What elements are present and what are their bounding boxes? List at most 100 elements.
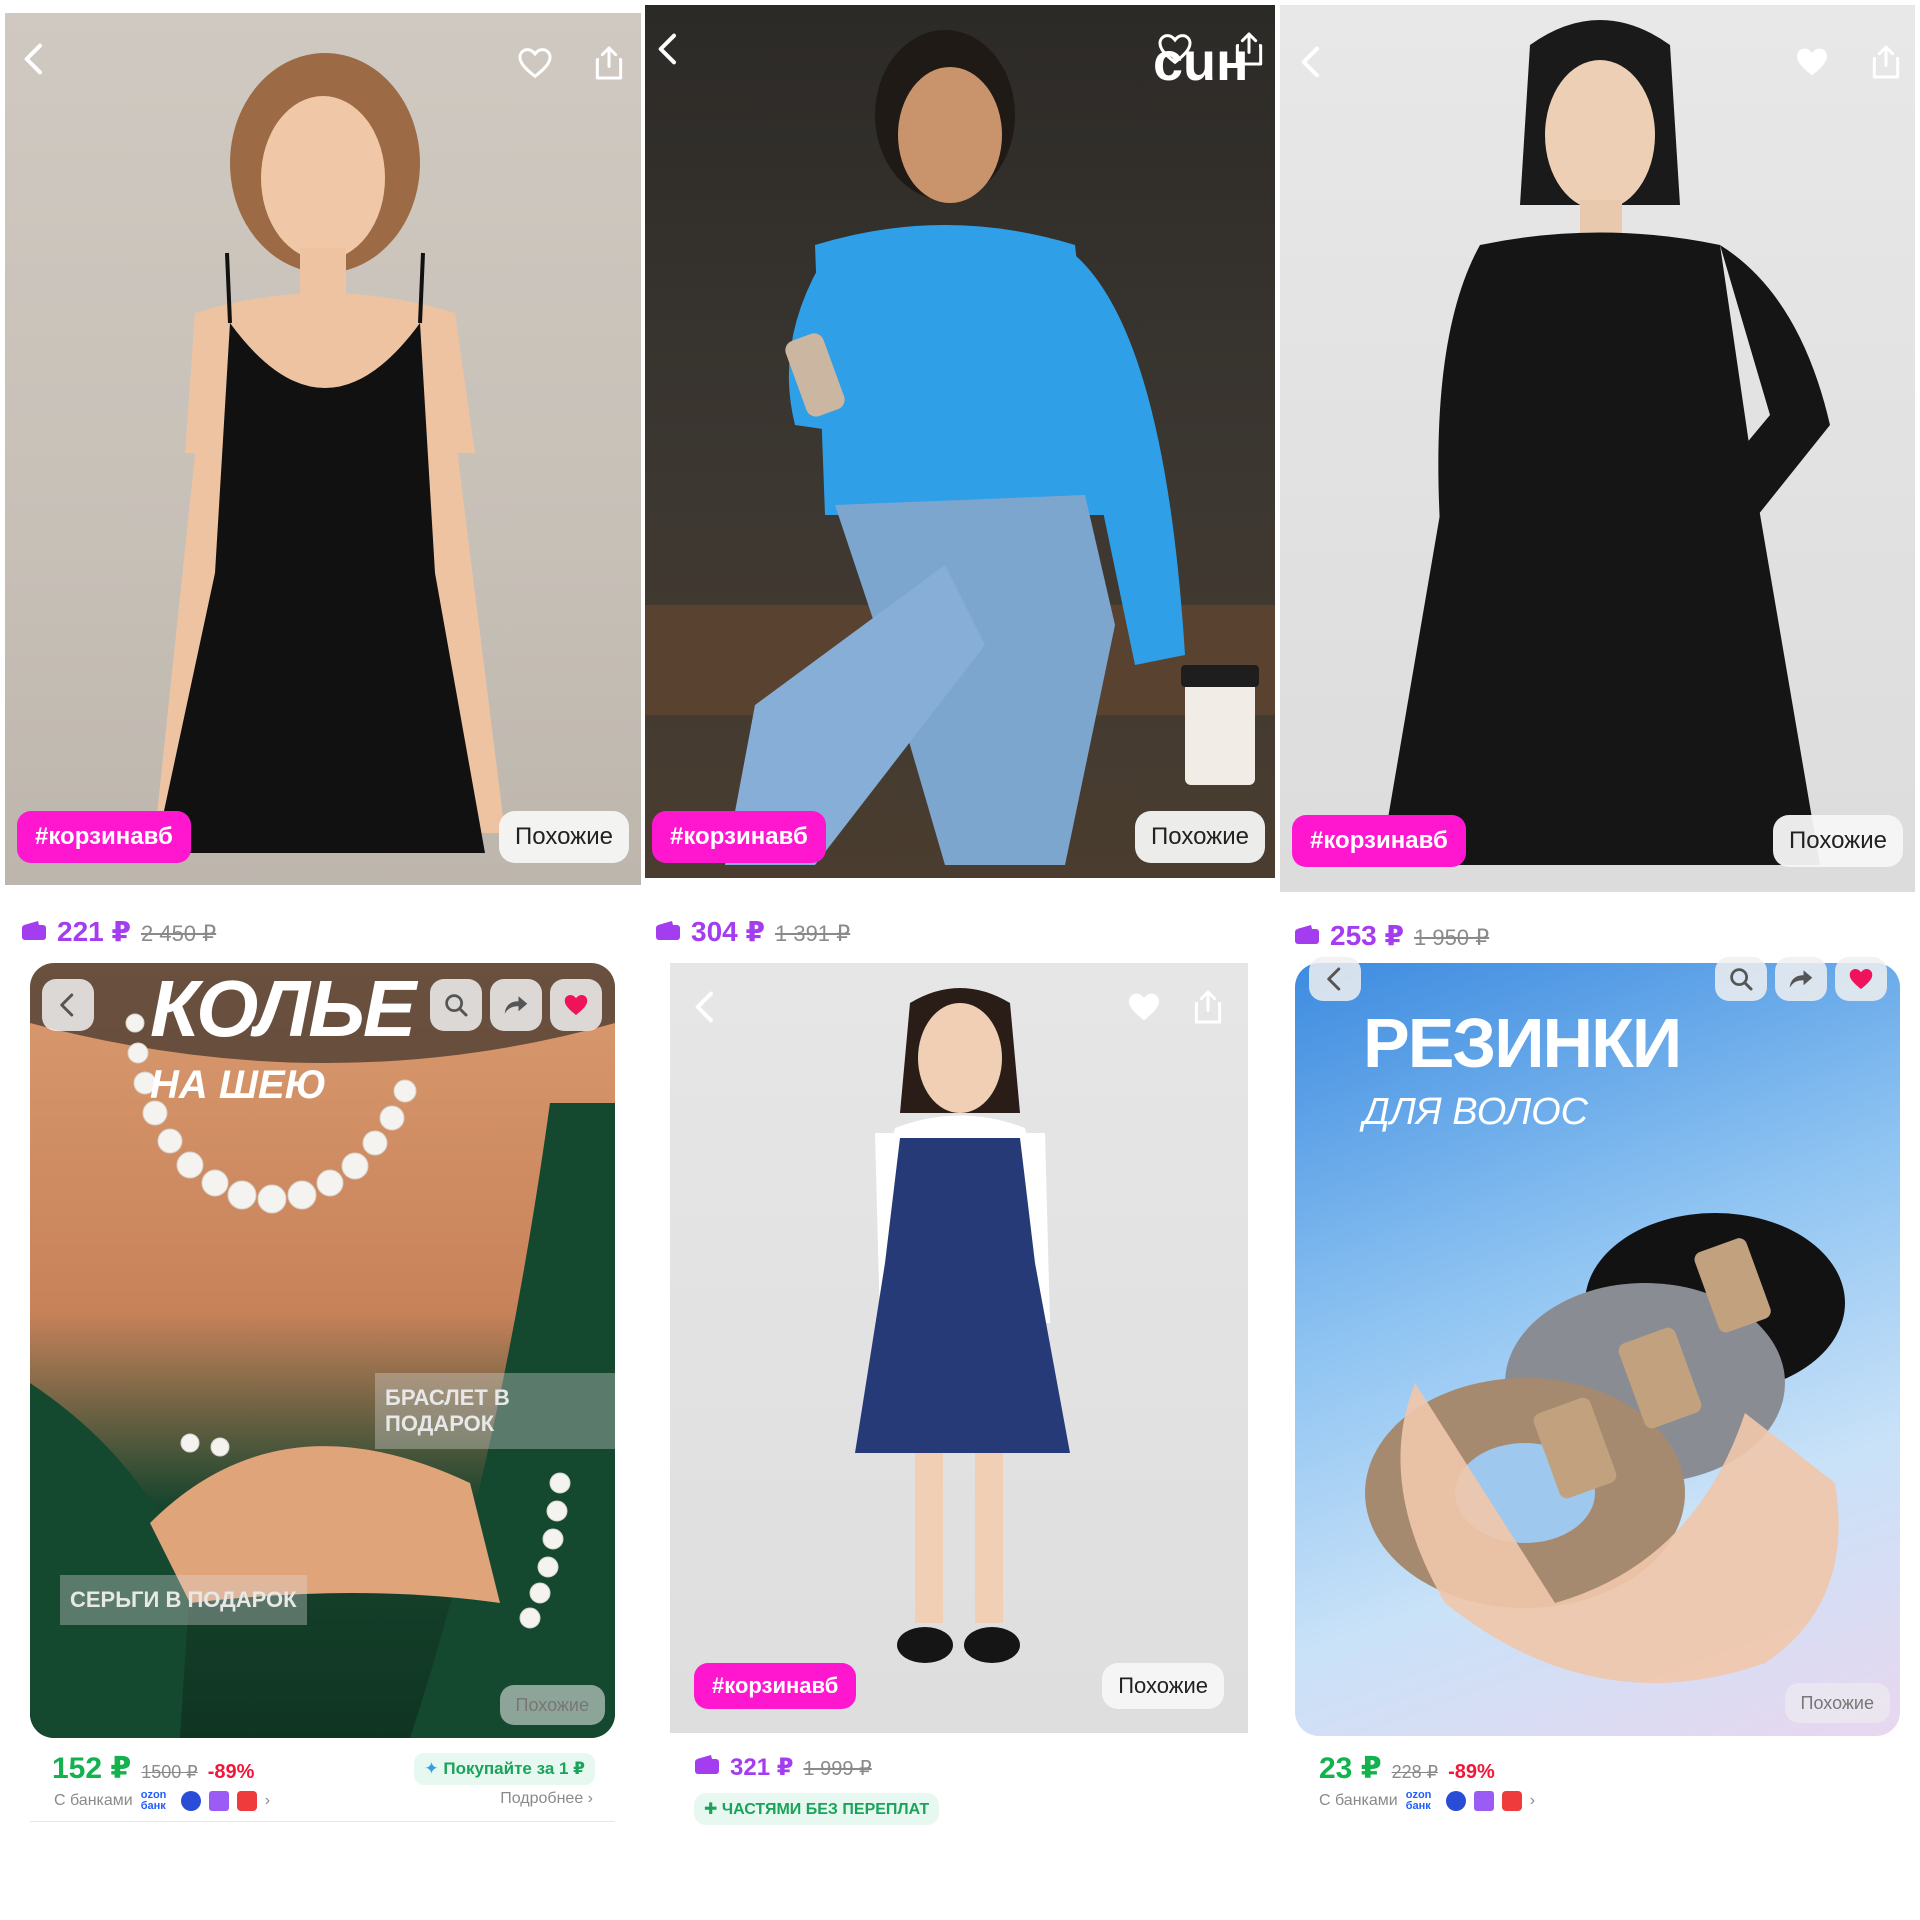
- product-photo[interactable]: [5, 13, 641, 885]
- current-price: 152 ₽: [52, 1752, 132, 1785]
- product-card-sweatshirt[interactable]: сuн #корзинавб Похожие 304 ₽ 1 391 ₽: [645, 5, 1275, 955]
- share-button[interactable]: [587, 41, 631, 85]
- banks-label: С банками: [1319, 1792, 1398, 1809]
- chevron-right-icon: ›: [1529, 1792, 1536, 1809]
- current-price: 321 ₽: [730, 1754, 794, 1781]
- search-button[interactable]: [430, 979, 482, 1031]
- back-button[interactable]: [684, 985, 728, 1029]
- favorite-button[interactable]: [1153, 27, 1197, 71]
- installments-badge[interactable]: ✚ ЧАСТЯМИ БЕЗ ПЕРЕПЛАТ: [694, 1793, 940, 1825]
- similar-button[interactable]: Похожие: [1135, 811, 1265, 863]
- similar-button[interactable]: Похожие: [499, 1685, 605, 1725]
- gift-label-earrings: СЕРЬГИ В ПОДАРОК: [60, 1575, 307, 1625]
- wallet-icon: [1294, 923, 1320, 945]
- back-button[interactable]: [13, 37, 57, 81]
- current-price: 304 ₽: [691, 916, 765, 947]
- similar-button[interactable]: Похожие: [1773, 815, 1903, 867]
- old-price: 1 391 ₽: [774, 921, 851, 946]
- back-button[interactable]: [1309, 957, 1361, 1001]
- price-row: 304 ₽ 1 391 ₽: [655, 915, 850, 948]
- product-card-necklace[interactable]: КОЛЬЕ НА ШЕЮ БРАСЛЕТ В ПОДАРОК СЕРЬГИ В …: [30, 963, 615, 1823]
- bank-logo-icon: [1501, 1791, 1522, 1811]
- search-button[interactable]: [1715, 957, 1767, 1001]
- chevron-right-icon: ›: [264, 1792, 271, 1809]
- hashtag-badge[interactable]: #корзинавб: [17, 811, 191, 863]
- old-price: 1 950 ₽: [1413, 925, 1490, 950]
- bank-logo-icon: [208, 1791, 229, 1811]
- product-card-black-dress[interactable]: #корзинавб Похожие 253 ₽ 1 950 ₽: [1280, 5, 1915, 955]
- similar-button[interactable]: Похожие: [499, 811, 629, 863]
- heart-filled-icon: [1124, 987, 1164, 1027]
- product-subtitle: НА ШЕЮ: [150, 1063, 327, 1107]
- hashtag-badge[interactable]: #корзинавб: [694, 1663, 857, 1709]
- similar-button[interactable]: Похожие: [1784, 1683, 1890, 1723]
- forward-icon: [501, 990, 531, 1020]
- similar-button[interactable]: Похожие: [1102, 1663, 1224, 1709]
- model-illustration: [645, 30, 1275, 865]
- installments-text: ЧАСТЯМИ БЕЗ ПЕРЕПЛАТ: [721, 1801, 930, 1818]
- search-icon: [1726, 964, 1756, 994]
- divider: [30, 1821, 615, 1822]
- model-illustration: [155, 53, 505, 853]
- heart-filled-icon: [1846, 964, 1876, 994]
- gift-label-bracelet: БРАСЛЕТ В ПОДАРОК: [375, 1373, 615, 1449]
- bank-row[interactable]: С банками ozon банк ›: [1319, 1790, 1535, 1812]
- sparkle-icon: ✦: [424, 1759, 439, 1778]
- share-button[interactable]: [1775, 957, 1827, 1001]
- favorite-button[interactable]: [550, 979, 602, 1031]
- product-photo[interactable]: [670, 963, 1248, 1733]
- chevron-right-icon: ›: [587, 1790, 593, 1807]
- share-button[interactable]: [1227, 27, 1271, 71]
- discount-badge: -89%: [1448, 1761, 1495, 1783]
- heart-icon: [1155, 29, 1195, 69]
- share-button[interactable]: [490, 979, 542, 1031]
- bank-logo-icon: [180, 1791, 201, 1811]
- forward-icon: [1786, 964, 1816, 994]
- search-icon: [441, 990, 471, 1020]
- share-button[interactable]: [1186, 985, 1230, 1029]
- share-icon: [589, 43, 629, 83]
- wallet-icon: [655, 919, 681, 941]
- more-link[interactable]: Подробнее ›: [500, 1790, 593, 1808]
- promo-badge[interactable]: ✦ Покупайте за 1 ₽: [414, 1753, 595, 1785]
- current-price: 23 ₽: [1319, 1752, 1382, 1785]
- product-title: РЕЗИНКИ: [1363, 1004, 1682, 1082]
- product-card-hair-ties[interactable]: РЕЗИНКИ ДЛЯ ВОЛОС Похожие 23 ₽ 228 ₽ -89…: [1295, 957, 1900, 1823]
- old-price: 2 450 ₽: [140, 921, 217, 946]
- bank-logo-icon: [1445, 1791, 1466, 1811]
- ozon-bank-logo: ozon банк: [1405, 1789, 1432, 1812]
- old-price: 228 ₽: [1391, 1762, 1439, 1782]
- product-subtitle: ДЛЯ ВОЛОС: [1363, 1091, 1589, 1133]
- plus-icon: ✚: [704, 1801, 718, 1818]
- product-photo[interactable]: [645, 5, 1275, 878]
- favorite-button[interactable]: [513, 41, 557, 85]
- favorite-button[interactable]: [1122, 985, 1166, 1029]
- back-button[interactable]: [42, 979, 94, 1031]
- hashtag-badge[interactable]: #корзинавб: [1292, 815, 1466, 867]
- ozon-bank-logo: ozon банк: [140, 1789, 167, 1812]
- back-button[interactable]: [647, 27, 691, 71]
- price-row: 23 ₽ 228 ₽ -89%: [1319, 1751, 1495, 1786]
- bank-row[interactable]: С банками ozon банк ›: [54, 1790, 270, 1812]
- model-illustration: [855, 988, 1070, 1663]
- share-icon: [1866, 42, 1906, 82]
- bank-logo-icon: [236, 1791, 257, 1811]
- share-button[interactable]: [1864, 40, 1908, 84]
- more-text: Подробнее: [500, 1790, 584, 1807]
- price-row: 152 ₽ 1500 ₽ -89%: [52, 1751, 254, 1786]
- price-row: 221 ₽ 2 450 ₽: [21, 915, 216, 948]
- favorite-button[interactable]: [1790, 40, 1834, 84]
- favorite-button[interactable]: [1835, 957, 1887, 1001]
- price-row: 253 ₽ 1 950 ₽: [1294, 919, 1489, 952]
- bank-logo-icon: [1473, 1791, 1494, 1811]
- discount-badge: -89%: [207, 1761, 255, 1783]
- current-price: 253 ₽: [1330, 920, 1404, 951]
- share-icon: [1229, 29, 1269, 69]
- model-illustration: [1380, 20, 1830, 865]
- hashtag-badge[interactable]: #корзинавб: [652, 811, 826, 863]
- back-button[interactable]: [1290, 40, 1334, 84]
- product-card-school-dress[interactable]: #корзинавб Похожие 321 ₽ 1 999 ₽ ✚ ЧАСТЯ…: [670, 963, 1248, 1843]
- old-price: 1 999 ₽: [803, 1758, 872, 1780]
- product-card-sequin-dress[interactable]: #корзинавб Похожие 221 ₽ 2 450 ₽: [5, 5, 641, 955]
- product-photo[interactable]: [1280, 5, 1915, 892]
